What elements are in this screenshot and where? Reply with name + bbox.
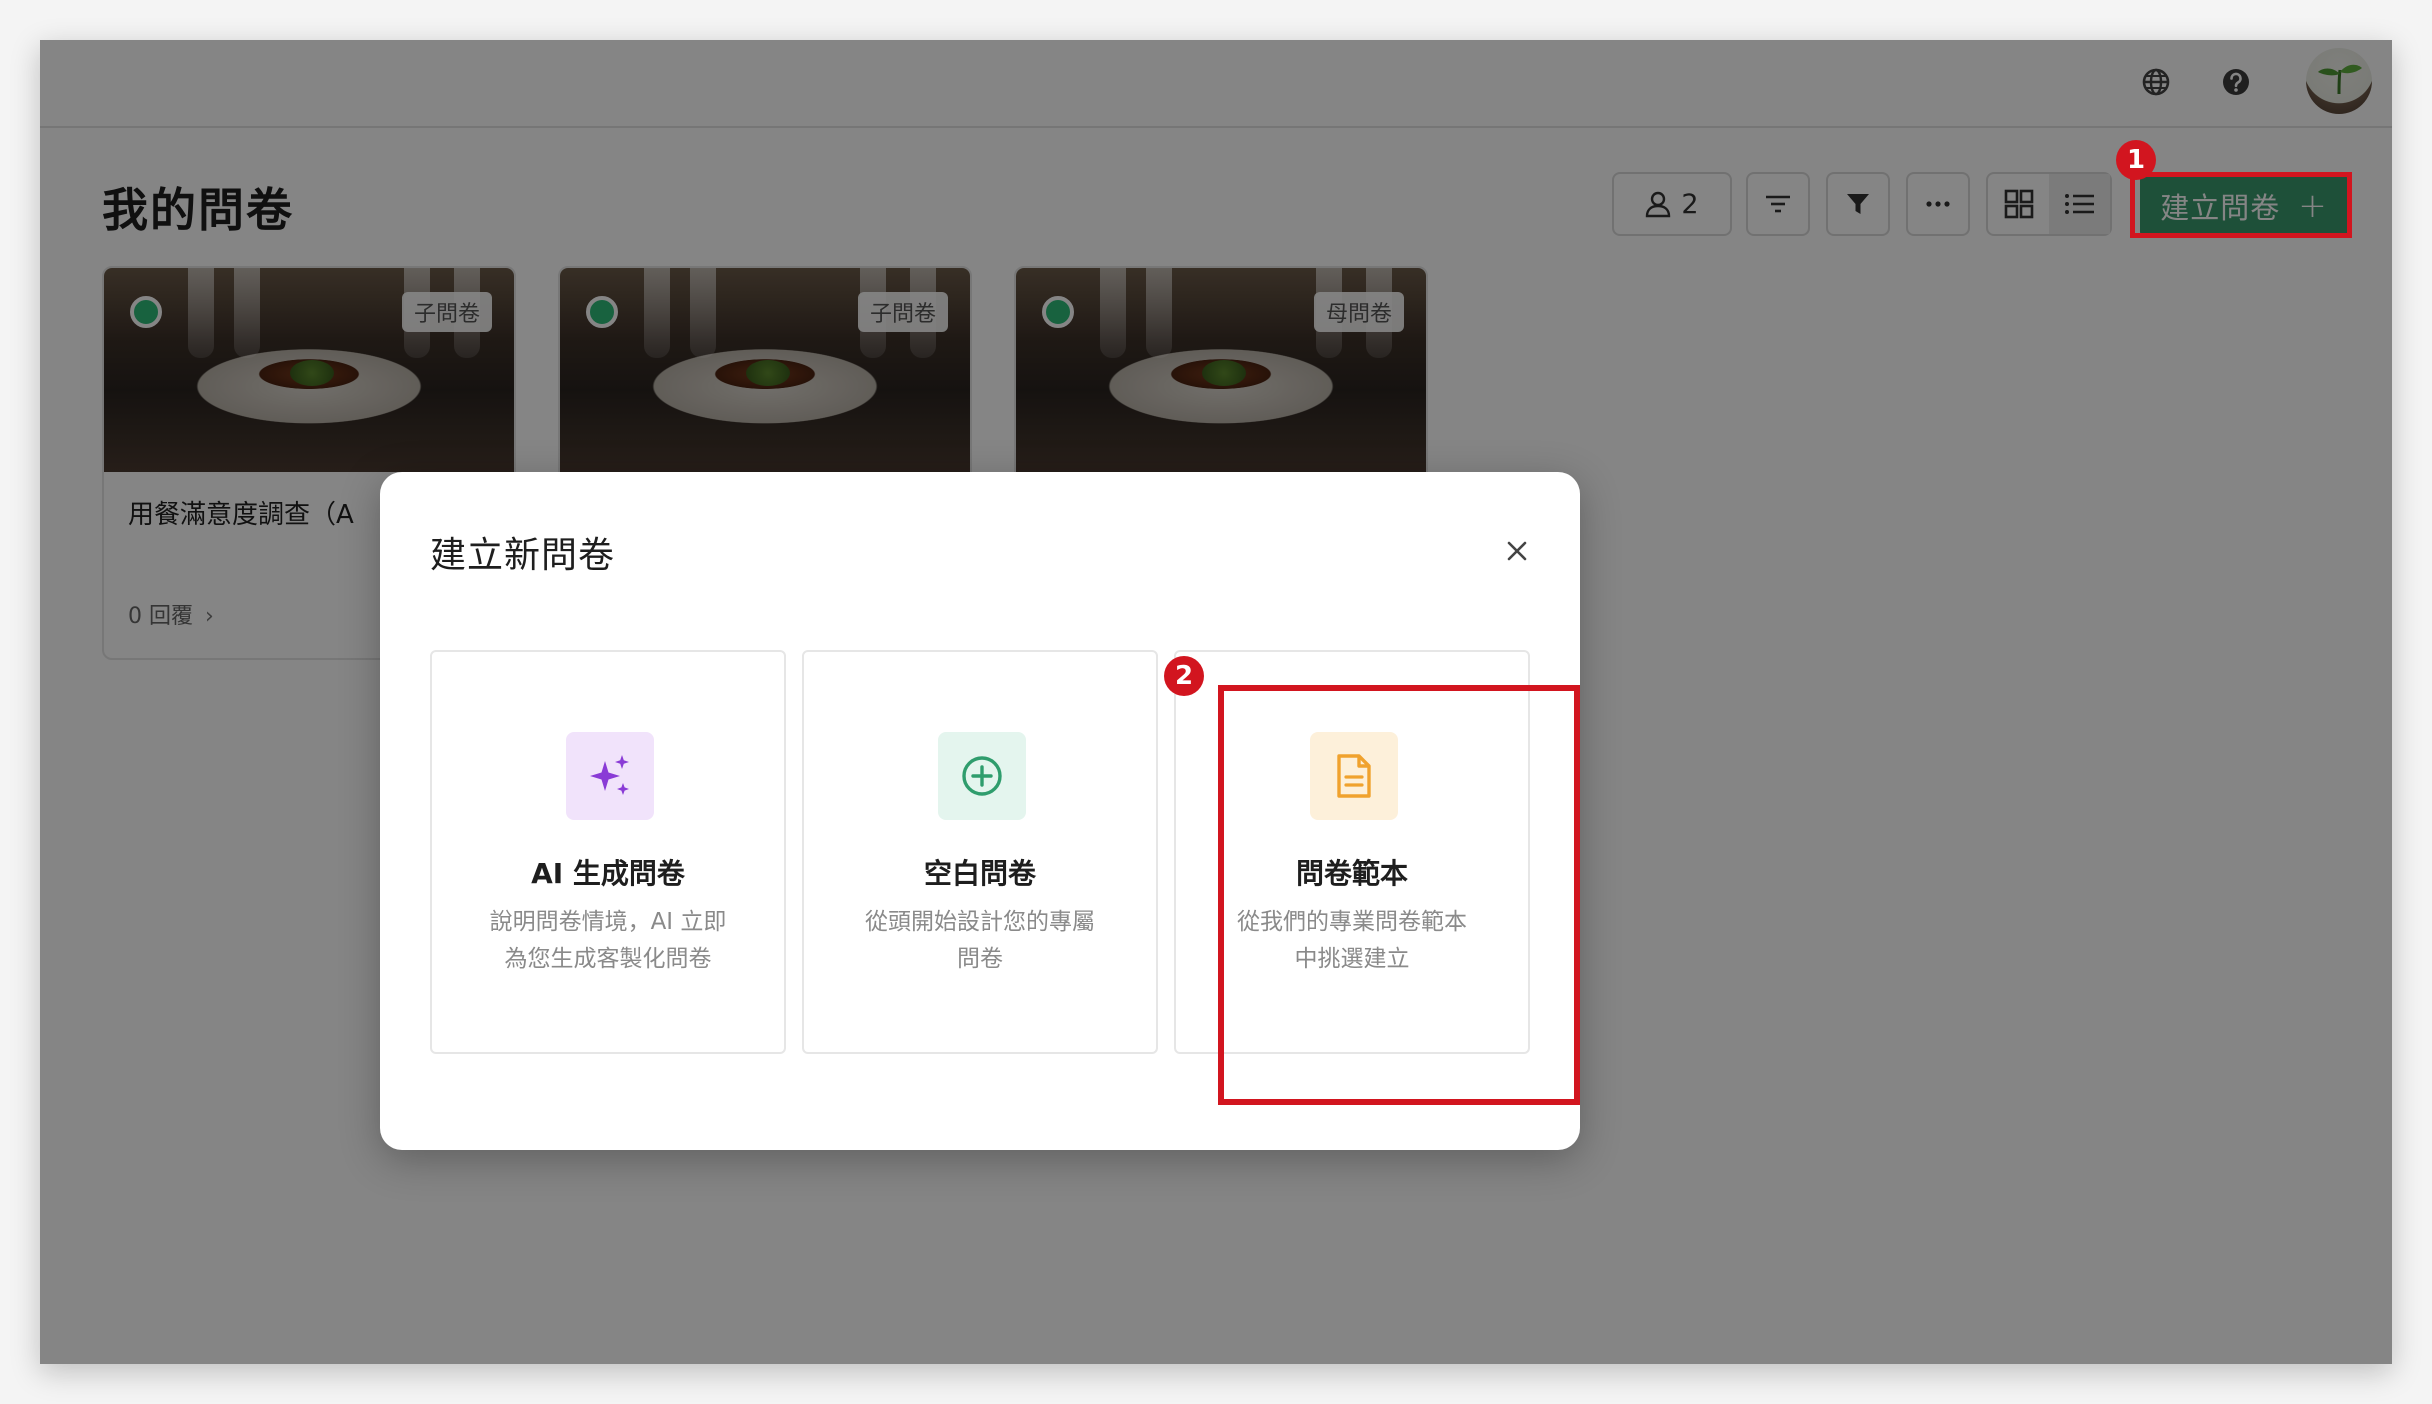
annotation-badge-2: 2 — [1164, 656, 1204, 696]
close-icon[interactable] — [1502, 536, 1532, 566]
option-title: 問卷範本 — [1295, 857, 1408, 890]
create-survey-dialog: 建立新問卷 AI 生成問卷 說明問卷情境，AI 立即 為您生成客製化問卷 空白問… — [380, 472, 1580, 1150]
app-window: 我的問卷 2 建立問卷 + 子問卷 用餐滿意度調查（A 0 回覆 › 子問卷 母… — [40, 40, 2392, 1364]
annotation-badge-1: 1 — [2116, 140, 2156, 180]
option-description: 說明問卷情境，AI 立即 為您生成客製化問卷 — [489, 909, 727, 972]
plus-circle-icon — [938, 732, 1026, 820]
sparkles-icon — [566, 732, 654, 820]
template-option[interactable]: 問卷範本 從我們的專業問卷範本 中挑選建立 — [1174, 650, 1530, 1054]
document-icon — [1310, 732, 1398, 820]
option-title: 空白問卷 — [923, 857, 1036, 890]
ai-generate-option[interactable]: AI 生成問卷 說明問卷情境，AI 立即 為您生成客製化問卷 — [430, 650, 786, 1054]
option-description: 從我們的專業問卷範本 中挑選建立 — [1237, 909, 1467, 972]
option-description: 從頭開始設計您的專屬 問卷 — [865, 909, 1095, 972]
option-title: AI 生成問卷 — [531, 857, 685, 890]
dialog-title: 建立新問卷 — [430, 535, 616, 576]
blank-survey-option[interactable]: 空白問卷 從頭開始設計您的專屬 問卷 — [802, 650, 1158, 1054]
